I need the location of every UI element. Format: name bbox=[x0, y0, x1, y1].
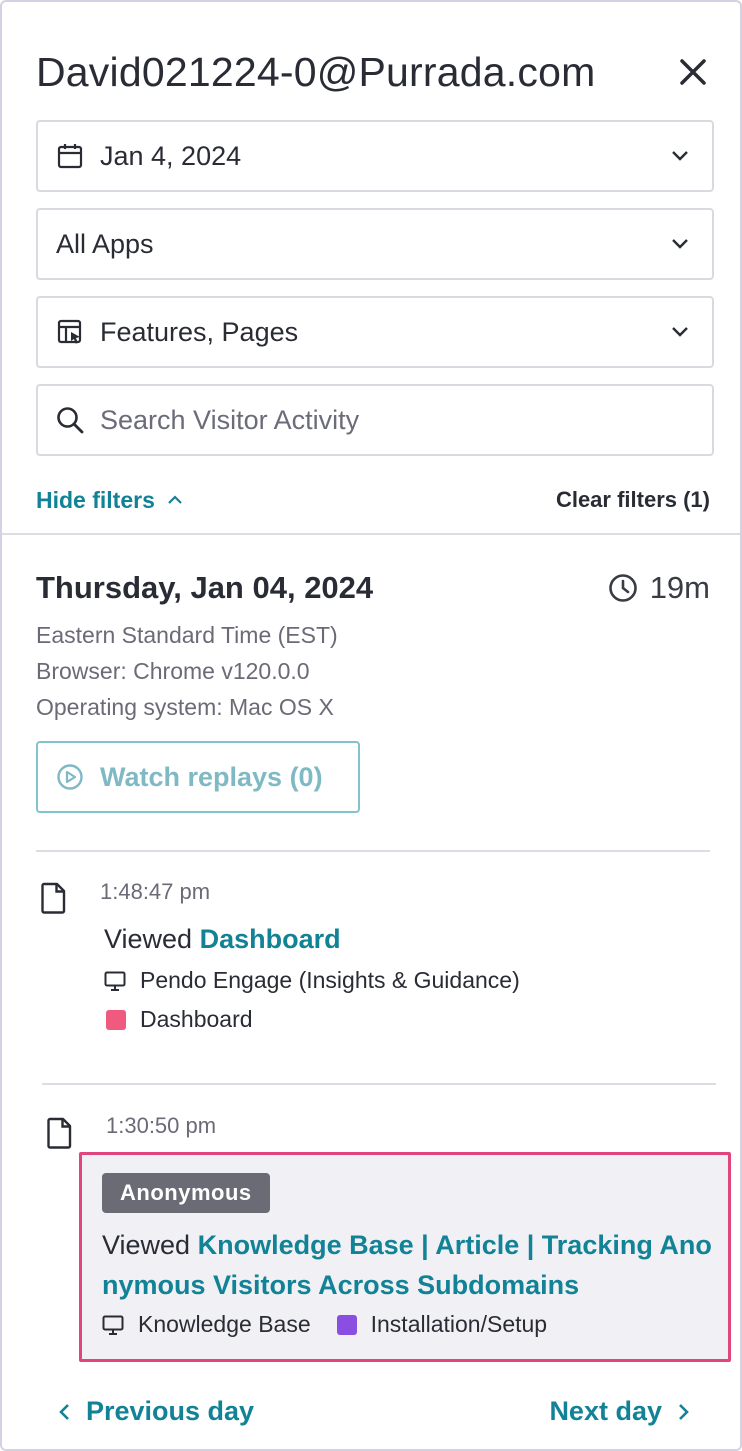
close-button[interactable] bbox=[676, 55, 710, 89]
event-action: Viewed bbox=[102, 1230, 191, 1260]
hide-filters-link[interactable]: Hide filters bbox=[36, 487, 183, 514]
duration-value: 19m bbox=[649, 570, 710, 605]
apps-select[interactable]: All Apps bbox=[36, 208, 714, 280]
event-target-link[interactable]: Knowledge Base | Article | Tracking Anon… bbox=[102, 1230, 712, 1300]
watch-replays-label: Watch replays (0) bbox=[100, 761, 323, 792]
monitor-icon bbox=[104, 970, 126, 992]
apps-select-value: All Apps bbox=[56, 228, 154, 259]
anonymous-badge: Anonymous bbox=[102, 1173, 270, 1213]
activity-type-value: Features, Pages bbox=[100, 316, 299, 347]
features-pages-icon bbox=[56, 318, 84, 346]
divider bbox=[2, 533, 740, 535]
event-target-link[interactable]: Dashboard bbox=[200, 924, 341, 954]
event-app-name: Knowledge Base bbox=[138, 1311, 311, 1337]
monitor-icon bbox=[102, 1314, 124, 1336]
highlighted-event-card: Anonymous Viewed Knowledge Base | Articl… bbox=[79, 1152, 731, 1362]
chevron-down-icon bbox=[668, 320, 692, 344]
event-app: Pendo Engage (Insights & Guidance) bbox=[104, 967, 520, 994]
date-select[interactable]: Jan 4, 2024 bbox=[36, 120, 714, 192]
watch-replays-button[interactable]: Watch replays (0) bbox=[36, 741, 360, 813]
previous-day-label: Previous day bbox=[86, 1396, 255, 1426]
clock-icon bbox=[608, 574, 637, 602]
group-color-swatch bbox=[336, 1314, 357, 1335]
event-group-name: Installation/Setup bbox=[370, 1311, 548, 1337]
chevron-right-icon bbox=[679, 1403, 689, 1420]
day-navigation: Previous day Next day bbox=[2, 1370, 740, 1449]
event-app-and-group: Knowledge Base Installation/Setup bbox=[102, 1311, 547, 1338]
next-day-button[interactable]: Next day bbox=[549, 1396, 690, 1427]
chevron-up-icon bbox=[168, 495, 182, 504]
event-group-name: Dashboard bbox=[140, 1006, 253, 1032]
visitor-email-title: David021224-0@Purrada.com bbox=[36, 48, 596, 95]
search-field[interactable] bbox=[36, 384, 714, 456]
next-day-label: Next day bbox=[549, 1396, 662, 1426]
event-app-name: Pendo Engage (Insights & Guidance) bbox=[140, 967, 520, 993]
visitor-activity-panel: David021224-0@Purrada.com Jan 4, 2024 Al… bbox=[0, 0, 742, 1451]
search-input[interactable] bbox=[100, 404, 692, 436]
clear-filters-button[interactable]: Clear filters (1) bbox=[556, 487, 710, 513]
chevron-down-icon bbox=[668, 144, 692, 168]
divider bbox=[36, 850, 710, 852]
page-icon bbox=[40, 882, 68, 914]
page-icon bbox=[46, 1117, 74, 1149]
event-description: Viewed Dashboard bbox=[104, 924, 341, 955]
group-color-swatch bbox=[106, 1009, 126, 1030]
event-description: Viewed Knowledge Base | Article | Tracki… bbox=[102, 1225, 722, 1305]
panel-header: David021224-0@Purrada.com bbox=[36, 44, 710, 100]
browser-text: Browser: Chrome v120.0.0 bbox=[36, 658, 310, 684]
chevron-down-icon bbox=[668, 232, 692, 256]
activity-type-select[interactable]: Features, Pages bbox=[36, 296, 714, 368]
event-time: 1:30:50 pm bbox=[106, 1113, 217, 1138]
search-icon bbox=[56, 406, 84, 434]
os-text: Operating system: Mac OS X bbox=[36, 694, 334, 720]
divider bbox=[42, 1083, 716, 1085]
timezone-text: Eastern Standard Time (EST) bbox=[36, 622, 338, 648]
close-icon bbox=[680, 59, 706, 85]
play-circle-icon bbox=[57, 764, 83, 790]
hide-filters-label: Hide filters bbox=[36, 486, 155, 513]
session-duration: 19m bbox=[608, 570, 710, 606]
event-group: Dashboard bbox=[106, 1006, 253, 1033]
event-time: 1:48:47 pm bbox=[100, 879, 211, 904]
event-action: Viewed bbox=[104, 924, 193, 954]
filter-actions: Hide filters Clear filters (1) bbox=[36, 482, 710, 518]
day-title: Thursday, Jan 04, 2024 bbox=[36, 570, 374, 605]
previous-day-button[interactable]: Previous day bbox=[58, 1396, 254, 1427]
date-select-value: Jan 4, 2024 bbox=[100, 140, 242, 171]
chevron-left-icon bbox=[59, 1403, 69, 1420]
calendar-icon bbox=[56, 142, 84, 170]
